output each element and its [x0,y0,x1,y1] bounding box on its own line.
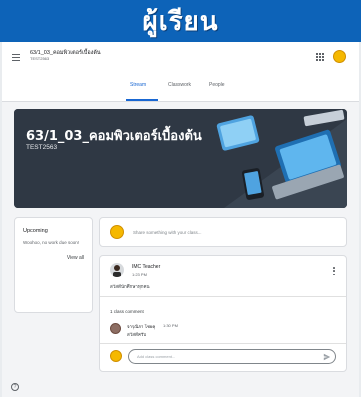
class-section: TEST2563 [26,144,58,151]
tab-bar: Stream Classwork People [2,72,359,102]
tab-classwork[interactable]: Classwork [168,82,191,88]
comment-placeholder: Add class comment... [137,354,176,359]
share-placeholder[interactable]: Share something with your class... [133,230,202,235]
upcoming-title: Upcoming [23,228,48,234]
help-icon[interactable]: ? [11,383,19,391]
stream-post: IMC Teacher 1:23 PM สวัสดีนักศึกษาทุกคน … [99,255,347,372]
upcoming-empty-text: Woohoo, no work due soon! [23,240,79,245]
teacher-avatar [110,263,124,277]
user-avatar [110,225,124,239]
commenter-avatar [110,323,121,334]
banner-illustration [14,109,347,208]
post-time: 1:23 PM [132,272,147,277]
view-all-link[interactable]: View all [67,255,84,261]
tab-stream[interactable]: Stream [130,82,146,88]
active-tab-indicator [126,99,158,101]
tab-people[interactable]: People [209,82,225,88]
comment-user-avatar [110,350,122,362]
post-body: สวัสดีนักศึกษาทุกคน [110,284,150,289]
upcoming-card: Upcoming Woohoo, no work due soon! View … [14,217,93,313]
comment-divider [100,343,346,344]
class-comments-link[interactable]: 1 class comment [110,309,144,314]
post-divider [100,296,346,297]
apps-icon[interactable] [316,53,324,61]
page-banner: ผู้เรียน [0,0,361,42]
class-subtitle: TEST2563 [30,56,50,61]
class-comment-input[interactable]: Add class comment... [128,349,336,364]
send-icon[interactable] [323,353,331,361]
post-author: IMC Teacher [132,264,161,270]
comment-time: 1:30 PM [163,323,178,328]
class-banner: 63/1_03_คอมพิวเตอร์เบื้องต้น TEST2563 [14,109,347,208]
comment-text: สวัสดีครับ [127,332,147,337]
account-avatar[interactable] [333,50,346,63]
comment-author: จารุณิภา โชยคุ [127,324,156,329]
share-box[interactable]: Share something with your class... [99,217,347,247]
more-vert-icon[interactable] [333,267,335,275]
banner-title: ผู้เรียน [142,6,219,37]
top-bar: 63/1_03_คอมพิวเตอร์เบื้องต้น TEST2563 [2,42,359,72]
menu-icon[interactable] [12,54,20,61]
classroom-app: 63/1_03_คอมพิวเตอร์เบื้องต้น TEST2563 St… [2,42,359,397]
class-name: 63/1_03_คอมพิวเตอร์เบื้องต้น [26,129,202,144]
